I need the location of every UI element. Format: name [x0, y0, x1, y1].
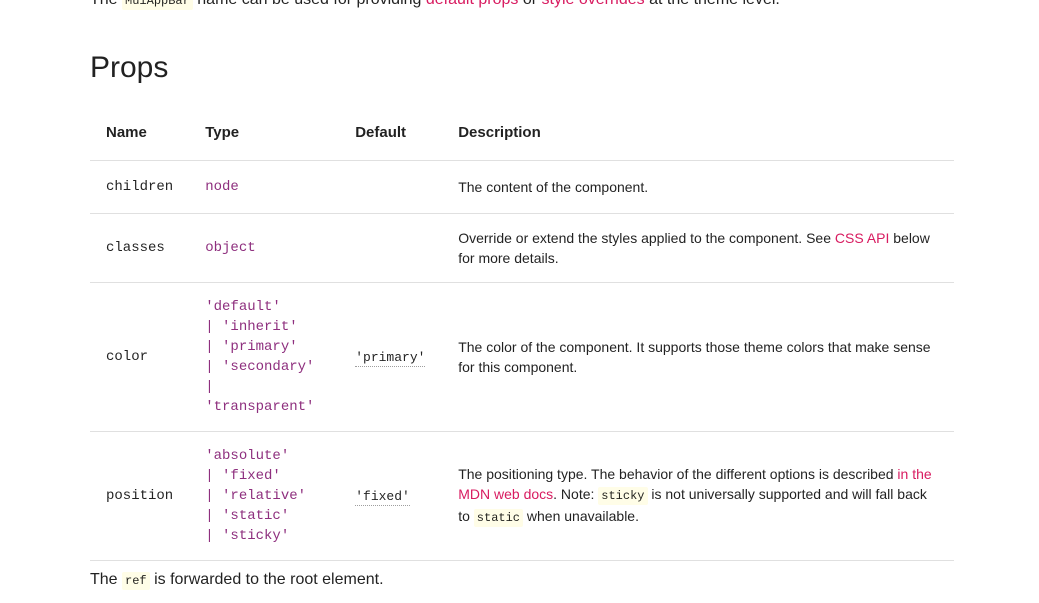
- intro-prefix: The: [90, 0, 122, 8]
- prop-default: [339, 213, 443, 283]
- type-line: | 'static': [205, 508, 290, 524]
- type-line: | 'transparent': [205, 379, 315, 415]
- prop-name: children: [90, 160, 190, 214]
- prop-name: position: [90, 431, 190, 561]
- type-line: | 'relative': [205, 488, 307, 504]
- description-text: . Note:: [553, 486, 599, 502]
- type-line: | 'primary': [205, 339, 298, 355]
- description-text: when unavailable.: [523, 508, 639, 524]
- prop-default: [339, 160, 443, 214]
- type-line: | 'sticky': [205, 528, 290, 544]
- footer-suffix: is forwarded to the root element.: [149, 571, 384, 588]
- table-row: color 'default' | 'inherit' | 'primary' …: [90, 282, 954, 432]
- sticky-code: sticky: [598, 487, 648, 505]
- type-line: | 'inherit': [205, 319, 298, 335]
- header-name: Name: [90, 104, 190, 161]
- prop-type: 'default' | 'inherit' | 'primary' | 'sec…: [189, 282, 340, 432]
- intro-middle: name can be used for providing: [193, 0, 426, 8]
- type-line: | 'fixed': [205, 468, 281, 484]
- description-text: The positioning type. The behavior of th…: [458, 466, 898, 482]
- prop-type: 'absolute' | 'fixed' | 'relative' | 'sta…: [189, 431, 340, 561]
- intro-or: or: [518, 0, 541, 8]
- type-line: 'absolute': [205, 448, 290, 464]
- props-table: Name Type Default Description children n…: [90, 104, 954, 561]
- style-overrides-link[interactable]: style overrides: [542, 0, 645, 8]
- prop-description: The positioning type. The behavior of th…: [442, 431, 954, 561]
- table-row: classes object Override or extend the st…: [90, 213, 954, 283]
- prop-default: 'fixed': [339, 431, 443, 561]
- footer-prefix: The: [90, 571, 123, 588]
- prop-name: color: [90, 282, 190, 432]
- table-row: position 'absolute' | 'fixed' | 'relativ…: [90, 431, 954, 561]
- intro-text: The MuiAppBar name can be used for provi…: [90, 0, 780, 13]
- type-line: object: [205, 240, 256, 256]
- default-value: 'fixed': [355, 489, 410, 506]
- prop-name: classes: [90, 213, 190, 283]
- type-line: node: [205, 179, 239, 195]
- description-text: Override or extend the styles applied to…: [458, 230, 835, 246]
- prop-description: Override or extend the styles applied to…: [442, 213, 954, 283]
- header-type: Type: [189, 104, 340, 161]
- type-line: 'default': [205, 299, 281, 315]
- prop-description: The color of the component. It supports …: [442, 282, 954, 432]
- header-default: Default: [339, 104, 443, 161]
- page-title: Props: [90, 51, 169, 84]
- table-header-row: Name Type Default Description: [90, 104, 954, 161]
- intro-code: MuiAppBar: [122, 0, 193, 10]
- default-value: 'primary': [355, 350, 426, 367]
- prop-default: 'primary': [339, 282, 443, 432]
- static-code: static: [473, 509, 524, 527]
- intro-suffix: at the theme level.: [645, 0, 780, 8]
- default-props-link[interactable]: default props: [426, 0, 519, 8]
- footer-text: The ref is forwarded to the root element…: [90, 568, 384, 593]
- header-description: Description: [442, 104, 954, 161]
- ref-code: ref: [122, 572, 150, 590]
- prop-type: node: [189, 160, 340, 214]
- css-api-link[interactable]: CSS API: [835, 230, 889, 246]
- prop-type: object: [189, 213, 340, 283]
- prop-description: The content of the component.: [442, 160, 954, 214]
- type-line: | 'secondary': [205, 359, 315, 375]
- table-row: children node The content of the compone…: [90, 160, 954, 214]
